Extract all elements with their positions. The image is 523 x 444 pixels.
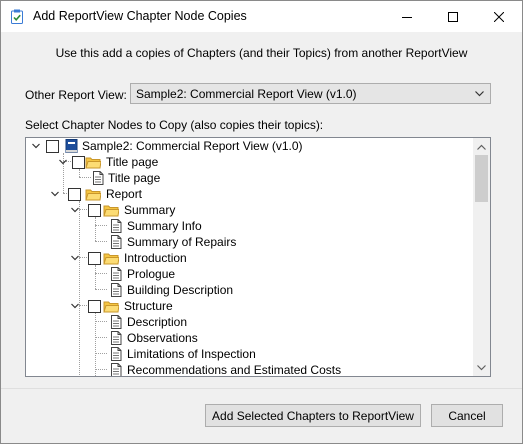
tree-node-label: Introduction [124, 251, 187, 265]
dialog-footer: Add Selected Chapters to ReportView Canc… [1, 388, 522, 443]
tree-node-root[interactable]: Sample2: Commercial Report View (v1.0) [26, 138, 473, 154]
tree-node-topic[interactable]: Observations [26, 330, 473, 346]
minimize-icon [402, 16, 412, 18]
book-icon [65, 139, 78, 153]
tree-node-topic[interactable]: Building Description [26, 282, 473, 298]
chevron-down-icon[interactable] [70, 253, 80, 263]
document-icon [93, 171, 104, 185]
document-icon [111, 363, 122, 376]
node-checkbox[interactable] [46, 140, 59, 153]
chevron-up-icon [477, 144, 486, 150]
tree-node-topic[interactable]: Description [26, 314, 473, 330]
chevron-down-icon[interactable] [31, 141, 41, 151]
tree-node-label: Summary Info [127, 219, 202, 233]
tree-node-label: Limitations of Inspection [127, 347, 256, 361]
tree-node-label: Report [106, 187, 143, 201]
window-title: Add ReportView Chapter Node Copies [33, 9, 247, 23]
close-icon [494, 11, 504, 22]
other-report-view-label: Other Report View: [25, 88, 127, 102]
title-bar[interactable]: Add ReportView Chapter Node Copies [1, 1, 522, 32]
document-icon [111, 219, 122, 233]
tree-node-label: Description [127, 315, 188, 329]
tree-node-topic[interactable]: Summary Info [26, 218, 473, 234]
chevron-down-icon[interactable] [50, 189, 60, 199]
tree-node-folder[interactable]: Structure [26, 298, 473, 314]
tree-node-topic[interactable]: Summary of Repairs [26, 234, 473, 250]
folder-icon [103, 253, 119, 265]
document-icon [111, 315, 122, 329]
other-report-view-value: Sample2: Commercial Report View (v1.0) [136, 87, 357, 101]
tree-node-label: Prologue [127, 267, 176, 281]
tree-node-label: Sample2: Commercial Report View (v1.0) [82, 139, 303, 153]
document-icon [111, 331, 122, 345]
folder-icon [103, 205, 119, 217]
folder-icon [85, 157, 101, 169]
node-checkbox[interactable] [72, 156, 85, 169]
tree-node-folder[interactable]: Title page [26, 154, 473, 170]
tree-node-folder[interactable]: Report [26, 186, 473, 202]
clipboard-check-icon [11, 9, 23, 24]
tree-node-label: Structure [124, 299, 173, 313]
node-checkbox[interactable] [88, 300, 101, 313]
chevron-down-icon [477, 364, 486, 370]
close-button[interactable] [476, 1, 522, 32]
node-checkbox[interactable] [88, 252, 101, 265]
document-icon [111, 347, 122, 361]
dialog-body: Use this add a copies of Chapters (and t… [1, 32, 522, 443]
scroll-down-button[interactable] [473, 359, 490, 376]
chevron-down-icon [475, 91, 484, 97]
tree-node-label: Summary of Repairs [127, 235, 237, 249]
document-icon [111, 235, 122, 249]
tree-viewport: Sample2: Commercial Report View (v1.0) T… [26, 138, 473, 376]
scroll-thumb[interactable] [475, 155, 488, 202]
folder-icon [85, 189, 101, 201]
tree-node-label: Title page [108, 171, 161, 185]
node-checkbox[interactable] [88, 204, 101, 217]
tree-node-label: Observations [127, 331, 198, 345]
other-report-view-select[interactable]: Sample2: Commercial Report View (v1.0) [130, 83, 491, 104]
maximize-button[interactable] [430, 1, 476, 32]
intro-text: Use this add a copies of Chapters (and t… [55, 46, 468, 60]
dialog-window: Add ReportView Chapter Node Copies Use t… [0, 0, 523, 444]
scroll-up-button[interactable] [473, 138, 490, 155]
tree-node-folder[interactable]: Introduction [26, 250, 473, 266]
select-chapters-label: Select Chapter Nodes to Copy (also copie… [25, 118, 324, 132]
document-icon [111, 283, 122, 297]
vertical-scrollbar[interactable] [473, 138, 490, 376]
tree-node-topic[interactable]: Title page [26, 170, 473, 186]
tree-node-label: Building Description [127, 283, 234, 297]
chevron-down-icon[interactable] [58, 157, 68, 167]
folder-icon [103, 301, 119, 313]
tree-node-label: Summary [124, 203, 176, 217]
chevron-down-icon[interactable] [70, 301, 80, 311]
tree-node-topic[interactable]: Recommendations and Estimated Costs [26, 362, 473, 376]
chapter-tree[interactable]: Sample2: Commercial Report View (v1.0) T… [25, 137, 491, 377]
tree-node-topic[interactable]: Limitations of Inspection [26, 346, 473, 362]
minimize-button[interactable] [384, 1, 430, 32]
cancel-button[interactable]: Cancel [431, 404, 503, 427]
add-selected-chapters-button[interactable]: Add Selected Chapters to ReportView [205, 404, 421, 427]
node-checkbox[interactable] [68, 188, 81, 201]
tree-node-label: Recommendations and Estimated Costs [127, 363, 342, 376]
document-icon [111, 267, 122, 281]
chevron-down-icon[interactable] [70, 205, 80, 215]
tree-node-folder[interactable]: Summary [26, 202, 473, 218]
tree-node-topic[interactable]: Prologue [26, 266, 473, 282]
maximize-icon [448, 11, 458, 22]
tree-node-label: Title page [106, 155, 159, 169]
